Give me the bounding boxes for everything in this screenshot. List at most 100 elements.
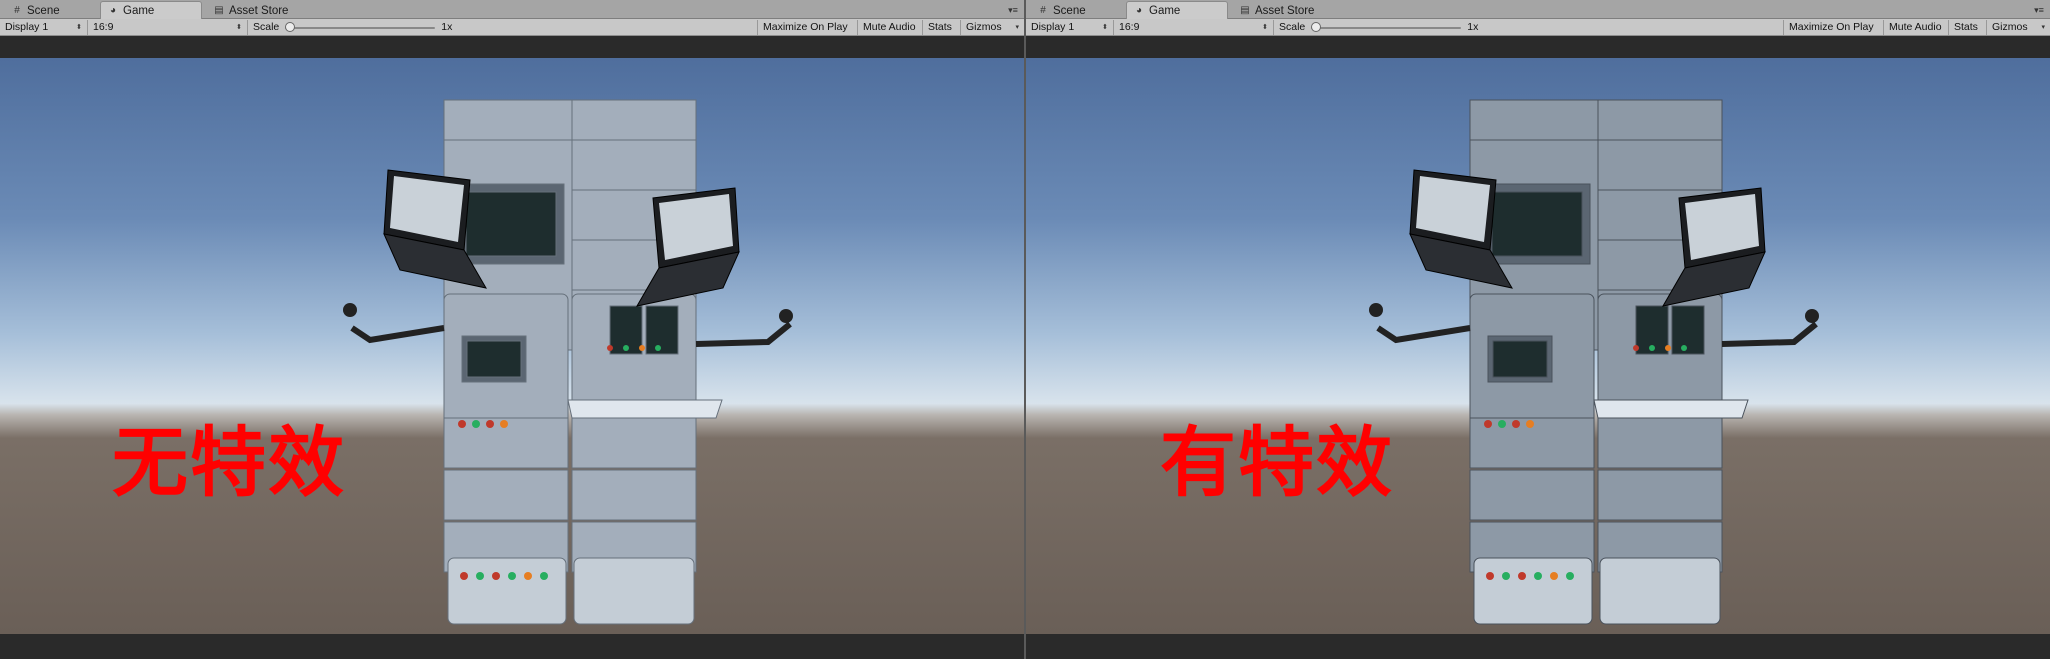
right-panel-screen-b: [1671, 305, 1705, 355]
arm-left: [350, 325, 445, 344]
aspect-dropdown[interactable]: 16:9 ⬍: [1114, 19, 1274, 35]
scale-value: 1x: [441, 21, 453, 33]
console-cabinet-scene: [1369, 99, 1819, 625]
stats-label: Stats: [928, 21, 952, 33]
maximize-on-play-button[interactable]: Maximize On Play: [758, 19, 858, 35]
scale-slider-thumb[interactable]: [1311, 21, 1322, 32]
indicator-light: [460, 572, 468, 580]
indicator-light: [639, 345, 645, 351]
indicator-light: [1681, 345, 1687, 351]
display-value: Display 1: [1031, 21, 1075, 33]
scale-slider[interactable]: [1311, 20, 1462, 35]
keyboard-shelf: [567, 399, 723, 419]
arm-knob-left: [343, 303, 357, 317]
indicator-light: [1566, 572, 1574, 580]
right-panel-screen-b: [645, 305, 679, 355]
bottom-button-panel-right: [1599, 557, 1721, 625]
letterbox-top: [0, 36, 1024, 58]
display-dropdown[interactable]: Display 1 ⬍: [0, 19, 88, 35]
lower-drawer-right-1: [571, 469, 697, 521]
indicator-light: [1550, 572, 1558, 580]
scale-slider-thumb[interactable]: [285, 21, 296, 32]
maximize-on-play-button[interactable]: Maximize On Play: [1784, 19, 1884, 35]
maximize-on-play-label: Maximize On Play: [763, 21, 848, 33]
store-icon: ▤: [1240, 4, 1250, 16]
tab-game[interactable]: ◕ Game: [100, 1, 202, 19]
stats-label: Stats: [1954, 21, 1978, 33]
game-viewport[interactable]: [0, 58, 1024, 634]
tab-bar: # Scene ◕ Game ▤ Asset Store ▾≡: [0, 0, 1024, 19]
arm-left: [1376, 325, 1471, 344]
scale-control: Scale 1x: [1274, 19, 1784, 35]
store-icon: ▤: [214, 4, 224, 16]
dropdown-arrow-icon: ▾: [2041, 24, 2045, 31]
display-value: Display 1: [5, 21, 49, 33]
indicator-light: [492, 572, 500, 580]
tab-game[interactable]: ◕ Game: [1126, 1, 1228, 19]
tab-asset-store-label: Asset Store: [229, 4, 289, 17]
effect-label: 无特效: [112, 418, 346, 507]
game-view-panel-right: # Scene ◕ Game ▤ Asset Store ▾≡ Display …: [1026, 0, 2050, 659]
console-cabinet-scene: [343, 99, 793, 625]
dropdown-arrow-icon: ▾: [1015, 24, 1019, 31]
mute-audio-button[interactable]: Mute Audio: [858, 19, 923, 35]
mute-audio-label: Mute Audio: [863, 21, 916, 33]
panel-menu-icon[interactable]: ▾≡: [2032, 5, 2046, 15]
dropdown-arrow-icon: ⬍: [1262, 24, 1268, 31]
stats-button[interactable]: Stats: [1949, 19, 1987, 35]
stats-button[interactable]: Stats: [923, 19, 961, 35]
dropdown-arrow-icon: ⬍: [76, 24, 82, 31]
gizmos-label: Gizmos: [966, 21, 1002, 33]
arm-knob-right: [1805, 309, 1819, 323]
tab-asset-store[interactable]: ▤ Asset Store: [206, 1, 295, 19]
indicator-light: [500, 420, 508, 428]
game-viewport[interactable]: [1026, 58, 2050, 634]
scale-slider-track: [285, 26, 436, 29]
scale-slider-track: [1311, 26, 1462, 29]
grid-icon: #: [1040, 4, 1046, 16]
indicator-light: [1534, 572, 1542, 580]
tab-scene[interactable]: # Scene: [1030, 1, 1093, 19]
indicator-light: [1633, 345, 1639, 351]
left-panel-monitor-screen: [466, 340, 522, 378]
tab-game-label: Game: [123, 4, 155, 17]
cabinet-top-right: [571, 99, 697, 141]
letterbox-bottom: [1026, 634, 2050, 659]
tab-asset-store[interactable]: ▤ Asset Store: [1232, 1, 1321, 19]
gizmos-dropdown[interactable]: Gizmos ▾: [961, 20, 1024, 35]
center-monitor-screen: [465, 191, 557, 257]
gizmos-label: Gizmos: [1992, 21, 2028, 33]
indicator-light: [607, 345, 613, 351]
scale-value: 1x: [1467, 21, 1479, 33]
indicator-light: [508, 572, 516, 580]
scale-label: Scale: [1279, 21, 1306, 33]
indicator-light: [524, 572, 532, 580]
tab-asset-store-label: Asset Store: [1255, 4, 1315, 17]
display-dropdown[interactable]: Display 1 ⬍: [1026, 19, 1114, 35]
arm-knob-left: [1369, 303, 1383, 317]
tab-scene-label: Scene: [1053, 4, 1086, 17]
game-toolbar: Display 1 ⬍ 16:9 ⬍ Scale 1x Maximize On …: [1026, 19, 2050, 36]
indicator-light: [540, 572, 548, 580]
indicator-light: [1518, 572, 1526, 580]
arm-right: [695, 321, 792, 347]
center-monitor-screen: [1491, 191, 1583, 257]
gizmos-dropdown[interactable]: Gizmos ▾: [1987, 20, 2050, 35]
indicator-light: [1526, 420, 1534, 428]
indicator-light: [486, 420, 494, 428]
indicator-light: [1649, 345, 1655, 351]
panel-menu-icon[interactable]: ▾≡: [1006, 5, 1020, 15]
grid-icon: #: [14, 4, 20, 16]
indicator-light: [1502, 572, 1510, 580]
arm-knob-right: [779, 309, 793, 323]
scale-slider[interactable]: [285, 20, 436, 35]
scale-control: Scale 1x: [248, 19, 758, 35]
mute-audio-label: Mute Audio: [1889, 21, 1942, 33]
aspect-dropdown[interactable]: 16:9 ⬍: [88, 19, 248, 35]
tab-scene[interactable]: # Scene: [4, 1, 67, 19]
tab-game-label: Game: [1149, 4, 1181, 17]
indicator-light: [1665, 345, 1671, 351]
console-cabinet: [1369, 99, 1819, 625]
game-icon: ◕: [109, 4, 117, 16]
mute-audio-button[interactable]: Mute Audio: [1884, 19, 1949, 35]
